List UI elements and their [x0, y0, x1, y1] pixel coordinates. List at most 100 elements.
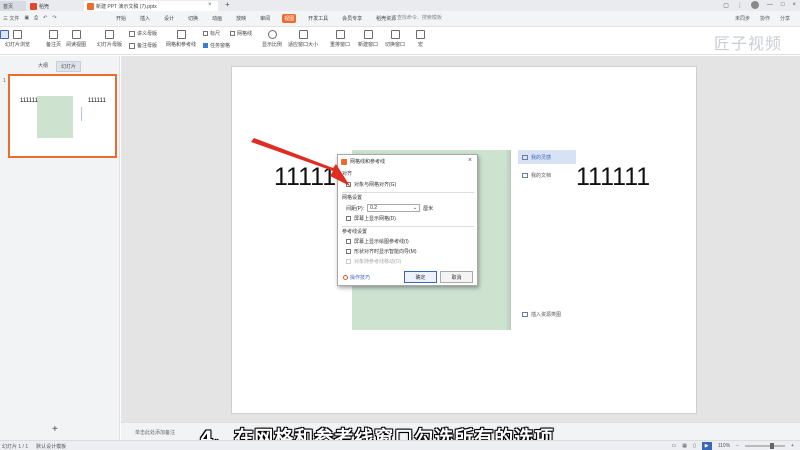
- ruler-label: 标尺: [210, 31, 221, 37]
- section-grid: 网格设置: [342, 195, 363, 201]
- ribbon-tab-animation[interactable]: 动画: [210, 14, 224, 23]
- fit-window-button[interactable]: 适应窗口大小: [288, 30, 318, 48]
- snap-to-guides-checkbox[interactable]: 对象随参考线移动(O): [346, 258, 401, 265]
- zoom-level[interactable]: 110%: [718, 443, 730, 449]
- share-button[interactable]: 分享: [780, 15, 790, 22]
- ideas-icon: [522, 154, 528, 160]
- sync-status[interactable]: 未同步: [735, 15, 750, 22]
- collaborate-button[interactable]: 协作: [760, 15, 770, 22]
- maximize-icon[interactable]: □: [781, 2, 785, 8]
- save-icon[interactable]: ▣: [24, 15, 29, 22]
- folder-icon: [522, 173, 528, 178]
- slide-text-left[interactable]: 11111: [274, 163, 336, 192]
- close-window-icon[interactable]: ×: [792, 2, 796, 8]
- help-link[interactable]: 操作技巧: [343, 274, 370, 281]
- macro-icon: [416, 30, 425, 39]
- close-tab-icon[interactable]: ×: [208, 2, 212, 8]
- dialog-close-icon[interactable]: ×: [468, 157, 472, 164]
- grid-spacing-input[interactable]: 0.2 ⌄: [367, 204, 421, 212]
- dialog-title: 网格线和参考线: [350, 159, 386, 165]
- minimize-icon[interactable]: —: [767, 2, 773, 8]
- add-slide-button[interactable]: +: [52, 424, 58, 435]
- avatar[interactable]: [750, 1, 759, 9]
- notes-page-button[interactable]: 备注页: [46, 30, 61, 48]
- snap-to-grid-checkbox[interactable]: 对象与网格对齐(G): [346, 181, 396, 188]
- ribbon-tab-review[interactable]: 审阅: [258, 14, 272, 23]
- new-window-button[interactable]: 新建窗口: [358, 30, 378, 48]
- slide-master-button[interactable]: 幻灯片母版: [97, 30, 122, 48]
- section-snap: 对齐: [342, 171, 353, 177]
- my-ideas-item[interactable]: 我的灵感: [518, 150, 576, 164]
- ribbon-tab-slideshow[interactable]: 放映: [234, 14, 248, 23]
- show-grid-checkbox[interactable]: 屏幕上显示网格(D): [346, 215, 396, 222]
- slide-text-right[interactable]: 111111: [576, 163, 650, 192]
- tab-wps[interactable]: 稻壳: [27, 1, 79, 11]
- ribbon-tab-home[interactable]: 开始: [114, 14, 128, 23]
- gridlines-label: 网格线: [237, 31, 253, 37]
- tab-home[interactable]: 首页: [0, 1, 26, 11]
- grid-guides-button[interactable]: 网格和参考线: [166, 30, 196, 48]
- chevron-down-icon[interactable]: ⌄: [413, 205, 417, 211]
- zoom-out-icon[interactable]: −: [736, 443, 739, 449]
- insert-resource-item[interactable]: 插入资源类图: [522, 311, 561, 318]
- tab-document[interactable]: 新建 PPT 演示文稿 (7).pptx: [84, 1, 218, 11]
- tasks-checkbox[interactable]: 任务窗格: [203, 42, 230, 49]
- menu-right: 未同步 协作 分享: [735, 15, 790, 22]
- my-ideas-label: 我的灵感: [531, 154, 552, 161]
- redo-icon[interactable]: ↷: [52, 15, 56, 22]
- handout-master-button[interactable]: 讲义母版: [129, 30, 157, 37]
- ribbon-tab-view[interactable]: 视图: [282, 14, 297, 23]
- my-documents-label: 我的文档: [531, 173, 552, 179]
- notes-master-button[interactable]: 备注母版: [129, 42, 157, 49]
- zoom-slider-knob[interactable]: [770, 443, 775, 449]
- ribbon-tab-developer[interactable]: 开发工具: [306, 14, 330, 23]
- tab-home-label: 首页: [3, 3, 14, 10]
- help-icon: [343, 275, 348, 280]
- quick-access: 三 文件 ▣ ⎙ ↶ ↷: [3, 15, 57, 22]
- snap-to-grid-check-icon: [346, 182, 351, 187]
- ribbon-tab-insert[interactable]: 插入: [138, 14, 152, 23]
- reading-view-button[interactable]: 阅读视图: [66, 30, 86, 48]
- tab-outline[interactable]: 大纲: [34, 61, 52, 72]
- ruler-checkbox[interactable]: 标尺: [203, 30, 220, 37]
- gridlines-checkbox[interactable]: 网格线: [230, 30, 252, 37]
- zoom-slider[interactable]: [745, 443, 786, 449]
- ribbon-tab-member[interactable]: 会员专享: [340, 14, 364, 23]
- zoom-button[interactable]: 显示比例: [262, 30, 282, 48]
- file-menu[interactable]: 三 文件: [3, 15, 19, 22]
- spacing-unit: 厘米: [423, 205, 434, 212]
- show-guides-checkbox[interactable]: 屏幕上显示绘图参考线(I): [346, 238, 409, 245]
- reading-view-icon[interactable]: ▯: [693, 443, 696, 449]
- switch-window-label: 切换窗口: [385, 42, 406, 48]
- wps-logo-icon: [30, 2, 37, 10]
- smart-guides-check-icon: [346, 249, 351, 254]
- fit-window-label: 适应窗口大小: [288, 42, 319, 48]
- new-tab-icon[interactable]: +: [225, 0, 230, 9]
- apps-icon[interactable]: ⋮: [737, 2, 743, 9]
- ribbon-tabs: 开始 插入 设计 切换 动画 放映 审阅 视图 开发工具 会员专享 稻壳资源: [114, 14, 398, 23]
- arrange-windows-button[interactable]: 重排窗口: [330, 30, 350, 48]
- undo-icon[interactable]: ↶: [43, 15, 47, 22]
- tab-slides[interactable]: 幻灯片: [56, 61, 82, 72]
- macro-button[interactable]: 宏: [416, 30, 425, 48]
- slide-thumbnail[interactable]: 111111 111111: [9, 75, 116, 157]
- zoom-in-icon[interactable]: +: [791, 443, 794, 449]
- ribbon-tab-design[interactable]: 设计: [162, 14, 176, 23]
- layout-icon[interactable]: ▢: [723, 2, 729, 9]
- ok-button[interactable]: 确定: [404, 271, 437, 283]
- notes-page-icon: [49, 30, 58, 39]
- play-slideshow-button[interactable]: ▶: [701, 442, 712, 450]
- dialog-titlebar[interactable]: 网格线和参考线: [338, 155, 477, 168]
- ribbon-tab-transitions[interactable]: 切换: [186, 14, 200, 23]
- print-icon[interactable]: ⎙: [34, 15, 38, 22]
- notes-master-label: 备注母版: [137, 43, 158, 49]
- smart-guides-checkbox[interactable]: 形状对齐时显示智能向导(M): [346, 248, 417, 255]
- slide-sorter-button[interactable]: 幻灯片浏览: [5, 30, 30, 48]
- sorter-view-icon[interactable]: ▦: [682, 443, 687, 449]
- my-documents-item[interactable]: 我的文档: [522, 172, 551, 179]
- command-search[interactable]: ⌕ 查找命令、搜索模板: [392, 14, 442, 22]
- cancel-button[interactable]: 取消: [440, 271, 473, 283]
- switch-window-button[interactable]: 切换窗口: [385, 30, 405, 48]
- normal-view-icon[interactable]: ▭: [672, 443, 677, 449]
- notes-placeholder: 单击此处添加备注: [135, 430, 176, 436]
